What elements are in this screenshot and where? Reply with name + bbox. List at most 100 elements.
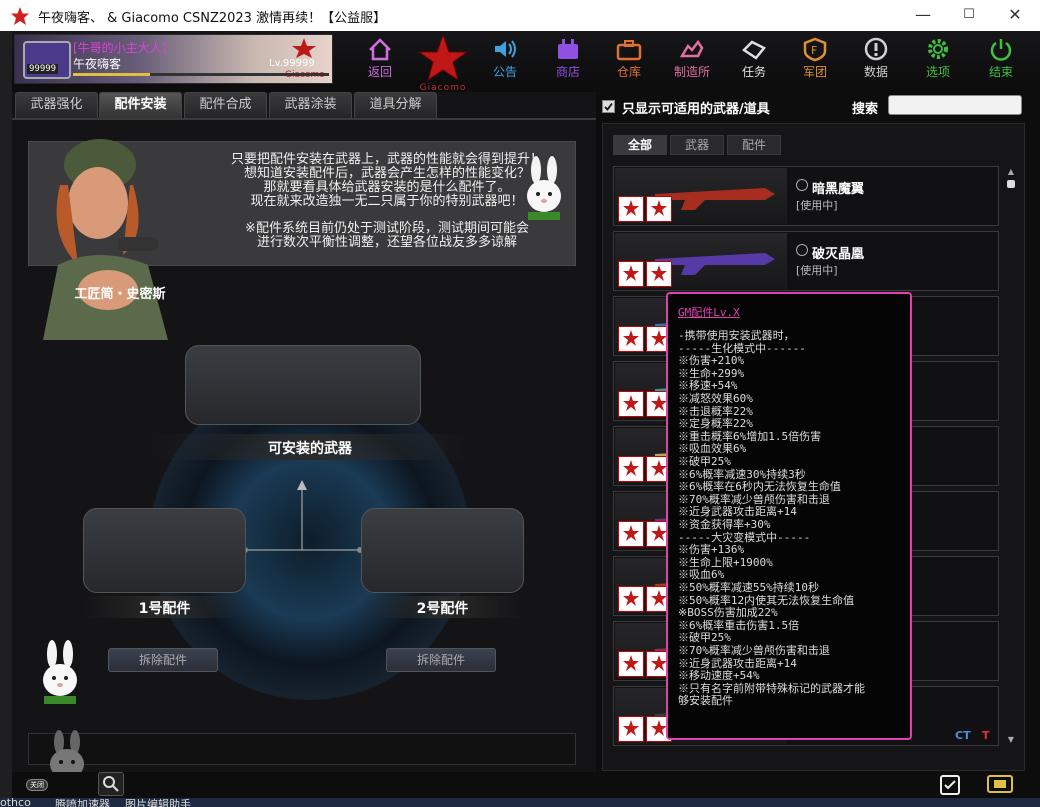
ct-label: CT [955, 729, 971, 742]
tooltip-line: ※50%概率12内使其无法恢复生命值 [678, 593, 855, 607]
tab-item-decompose[interactable]: 道具分解 [354, 92, 437, 118]
tooltip-title: GM配件Lv.X [678, 306, 740, 319]
info-line-1: 只要把配件安装在武器上，武器的性能就会得到提升！ [230, 152, 543, 167]
item-row[interactable]: 暗黑魔翼 [使用中] [613, 166, 999, 226]
checklist-icon [940, 775, 960, 795]
giacomo-tag-icon [646, 261, 672, 287]
brand-logo-icon [291, 37, 317, 59]
tooltip-line: ※近身武器攻击距离+14 [678, 656, 797, 670]
taskbar-item-2[interactable]: 腾喷加速器 [55, 796, 110, 807]
giacomo-tag-icon [618, 651, 644, 677]
tooltip-line: ※BOSS伤害加成22% [678, 606, 778, 620]
tab-all[interactable]: 全部 [613, 135, 667, 155]
nav-button-data[interactable]: 数据 [848, 36, 904, 82]
giacomo-tag-icon [618, 521, 644, 547]
checklist-button[interactable] [938, 772, 962, 796]
part-tooltip: GM配件Lv.X -携带使用安装武器时， -----生化模式中------ ※伤害+… [666, 292, 912, 740]
nav-label: 公告 [492, 65, 517, 79]
taskbar-item-1[interactable]: othco [0, 796, 31, 807]
minimize-button[interactable]: — [900, 0, 946, 31]
footer-bar [12, 772, 1040, 798]
tooltip-line: ※破甲25% [678, 455, 731, 468]
nav-label: 商店 [555, 65, 580, 79]
scroll-up-arrow-icon[interactable]: ▲ [1007, 168, 1015, 176]
film-button[interactable] [986, 772, 1014, 796]
mission-icon [742, 40, 766, 60]
nav-label: 选项 [925, 65, 950, 79]
tooltip-line: ※击退概率22% [678, 404, 753, 418]
part-slot-2[interactable] [361, 508, 524, 593]
scroll-thumb[interactable] [1007, 180, 1015, 188]
tooltip-line: ※减怒效果60% [678, 392, 753, 405]
checkmark-icon [604, 102, 613, 111]
tab-part-synthesis[interactable]: 配件合成 [184, 92, 267, 118]
rabbit-mascot-left-icon [38, 640, 82, 706]
nav-button-mission[interactable]: 任务 [726, 36, 782, 82]
nav-button-shop[interactable]: 商店 [540, 36, 596, 82]
filter-label: 只显示可适用的武器/道具 [622, 102, 770, 117]
nav-label: 数据 [863, 65, 888, 79]
remove-part-1-button[interactable]: 拆除配件 [108, 648, 218, 672]
info-line-2: 想知道安装配件后，武器会产生怎样的性能变化？ [243, 166, 530, 181]
item-list-scrollbar[interactable]: ▲ ▼ [1005, 168, 1017, 746]
weapon-slot[interactable] [185, 345, 421, 425]
filter-checkbox[interactable] [602, 100, 615, 113]
nav-button-clan[interactable]: F 军团 [787, 36, 843, 82]
tooltip-line: ※70%概率减少兽颅伤害和击退 [678, 644, 830, 657]
data-icon [864, 37, 888, 61]
clan-icon: F [803, 37, 827, 62]
nav-button-gear[interactable]: 选项 [910, 36, 966, 82]
close-button[interactable]: ✕ [992, 0, 1038, 31]
tooltip-line: -携带使用安装武器时， [678, 329, 795, 342]
os-taskbar: othco 腾喷加速器 图片编辑助手 [0, 796, 1040, 807]
window-title: 午夜嗨客、 & Giacomo CSNZ2023 激情再续！【公益服】 [38, 11, 387, 26]
search-button[interactable] [98, 772, 124, 796]
nav-label: 制造所 [673, 65, 710, 79]
npc-portrait [38, 125, 208, 340]
special-mark-icon [796, 179, 808, 191]
giacomo-logo: Giacomo [415, 33, 471, 93]
player-profile[interactable]: 99999 [牛哥的小主大人] 午夜嗨客 Lv.99999 Giacomo [14, 34, 333, 84]
svg-text:F: F [811, 44, 817, 57]
tooltip-line: ※生命上限+1900% [678, 555, 773, 569]
player-rank-title: [牛哥的小主大人] [73, 41, 167, 55]
film-icon [987, 775, 1013, 793]
tooltip-line: ※只有名字前附带特殊标记的武器才能 [678, 681, 865, 695]
remove-part-2-button[interactable]: 拆除配件 [386, 648, 496, 672]
tab-part-install[interactable]: 配件安装 [99, 92, 182, 118]
nav-button-factory[interactable]: 制造所 [664, 36, 720, 82]
nav-button-speaker[interactable]: 公告 [477, 36, 533, 82]
tooltip-line: ※6%概率重击伤害1.5倍 [678, 618, 800, 632]
giacomo-tag-icon [618, 456, 644, 482]
search-label: 搜索 [852, 102, 879, 117]
item-row[interactable]: 破灭晶凰 [使用中] [613, 231, 999, 291]
tooltip-line: ※重击概率6%增加1.5倍伤害 [678, 429, 822, 443]
nav-label: 返回 [367, 65, 392, 79]
giacomo-tag-icon [646, 196, 672, 222]
tab-weapons[interactable]: 武器 [670, 135, 724, 155]
scroll-down-arrow-icon[interactable]: ▼ [1007, 736, 1015, 744]
part-1-label: 1号配件 [138, 601, 191, 617]
close-toggle[interactable]: 关闭 [26, 779, 48, 791]
tab-parts[interactable]: 配件 [727, 135, 781, 155]
warehouse-icon [616, 40, 642, 61]
tooltip-line: -----大灾变模式中----- [678, 530, 811, 544]
chat-input-bar[interactable] [28, 733, 576, 765]
taskbar-item-3[interactable]: 图片编辑助手 [125, 796, 191, 807]
notice-line-1: ※配件系统目前仍处于测试阶段，测试期间可能会 [245, 221, 529, 236]
tooltip-line: ※破甲25% [678, 631, 731, 645]
exp-bar [73, 73, 329, 76]
item-status: [使用中] [796, 199, 838, 212]
tab-weapon-paint[interactable]: 武器涂装 [269, 92, 352, 118]
connector-lines [242, 480, 363, 553]
tooltip-line: -----生化模式中------ [678, 341, 806, 355]
maximize-button[interactable]: ☐ [946, 0, 992, 31]
search-input[interactable] [888, 95, 1022, 115]
nav-button-home[interactable]: 返回 [352, 36, 408, 82]
npc-name: 工匠简・史密斯 [74, 287, 166, 302]
nav-button-warehouse[interactable]: 仓库 [601, 36, 657, 82]
tab-weapon-enhance[interactable]: 武器强化 [15, 92, 98, 118]
special-mark-icon [796, 244, 808, 256]
part-slot-1[interactable] [83, 508, 246, 593]
nav-button-power[interactable]: 结束 [973, 36, 1029, 82]
